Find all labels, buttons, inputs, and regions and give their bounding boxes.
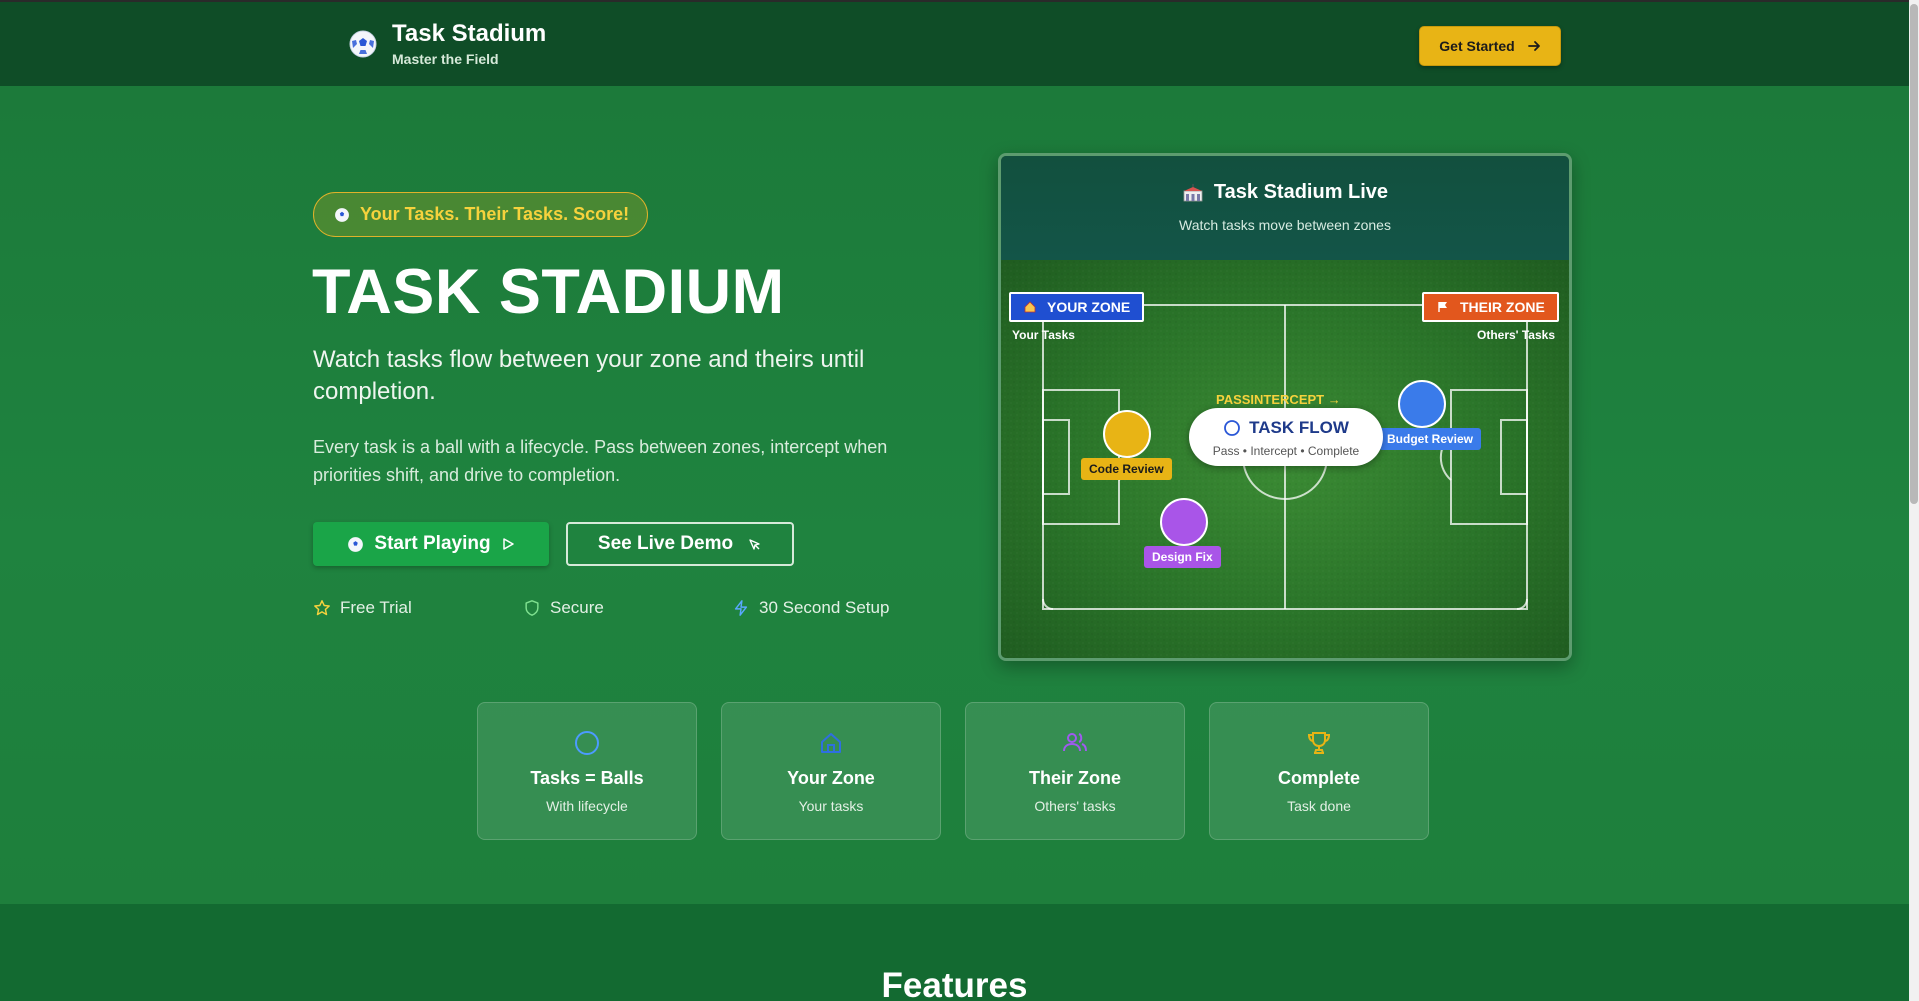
feature-subtitle: With lifecycle [546,798,628,814]
soccer-ball-icon [348,536,364,552]
users-icon [1063,733,1087,752]
task-ball-design-fix[interactable] [1158,496,1210,548]
task-badge: Budget Review [1379,428,1482,450]
flag-icon [1438,302,1447,312]
star-icon [314,600,330,616]
demo-title-text: Task Stadium Live [1213,181,1389,203]
task-ball-budget-review[interactable] [1396,378,1448,430]
task-badge: Design Fix [1144,546,1221,568]
house-icon [1024,301,1036,313]
soccer-ball-icon [349,30,377,57]
demo-panel-header: Task Stadium Live Watch tasks move betwe… [1001,156,1569,260]
hero-tagline: Your Tasks. Their Tasks. Score! [360,204,630,224]
feature-card-tasks-balls: Tasks = Balls With lifecycle [477,702,697,840]
see-live-demo-button[interactable]: See Live Demo [566,522,794,566]
others-tasks-caption: Others' Tasks [1477,328,1555,342]
feature-card-complete: Complete Task done [1209,702,1429,840]
hero-section [0,86,1909,904]
feature-card-their-zone: Their Zone Others' tasks [965,702,1185,840]
feature-subtitle: Your tasks [798,798,864,814]
home-icon [821,733,841,753]
scrollbar-thumb[interactable] [1910,4,1918,504]
feature-title: Tasks = Balls [530,768,644,788]
their-zone-tag: THEIR ZONE [1422,292,1559,322]
trust-label: 30 Second Setup [759,598,890,617]
brand[interactable]: Task Stadium Master the Field [348,20,546,67]
cursor-click-icon [749,538,760,550]
trust-label: Secure [550,598,604,617]
task-flow-subtitle: Pass • Intercept • Complete [1212,444,1360,458]
soccer-ball-icon [335,207,349,222]
stadium-icon [1183,183,1203,201]
feature-subtitle: Task done [1287,798,1351,814]
your-zone-tag: YOUR ZONE [1009,292,1145,322]
circle-icon [575,731,599,755]
get-started-button[interactable]: Get Started [1419,26,1561,66]
start-playing-button[interactable]: Start Playing [313,522,549,566]
task-badge: Code Review [1081,458,1172,480]
hero-tagline-pill: Your Tasks. Their Tasks. Score! [313,192,648,237]
their-zone-label: THEIR ZONE [1460,299,1545,315]
your-tasks-caption: Your Tasks [1012,328,1075,342]
your-zone-label: YOUR ZONE [1047,299,1131,315]
circle-icon [1224,420,1241,436]
arrow-right-icon [1527,41,1540,51]
task-flow-label: TASK FLOW [1249,418,1349,437]
pass-intercept-label: PASSINTERCEPT → [1216,392,1341,407]
demo-subtitle: Watch tasks move between zones [1179,217,1391,233]
trust-label: Free Trial [340,598,412,617]
start-playing-label: Start Playing [374,533,491,554]
shield-icon [525,600,539,616]
demo-title: Task Stadium Live [1001,181,1569,204]
hero-subtitle: Watch tasks flow between your zone and t… [313,346,865,405]
trophy-icon [1307,732,1331,754]
features-heading: Features [881,966,1028,1001]
brand-subtitle: Master the Field [392,51,499,67]
trust-item-setup: 30 Second Setup [732,598,889,618]
trust-item-free-trial: Free Trial [313,598,412,618]
hero-description: Every task is a ball with a lifecycle. P… [313,437,888,485]
feature-subtitle: Others' tasks [1034,798,1116,814]
top-navbar: Task Stadium Master the Field Get Starte… [0,0,1909,86]
live-demo-panel: Task Stadium Live Watch tasks move betwe… [998,153,1572,661]
task-flow-title: TASK FLOW [1189,418,1383,438]
brand-title: Task Stadium [392,20,547,47]
task-ball-code-review[interactable] [1101,408,1153,460]
feature-title: Their Zone [1028,768,1121,788]
task-flow-badge: TASK FLOW Pass • Intercept • Complete [1189,408,1383,466]
get-started-label: Get Started [1439,38,1515,54]
trust-item-secure: Secure [523,598,604,618]
see-live-demo-label: See Live Demo [597,533,734,554]
play-icon [502,538,514,550]
feature-card-your-zone: Your Zone Your tasks [721,702,941,840]
page-scrollbar[interactable] [1909,0,1919,1001]
lightning-icon [734,600,748,616]
feature-title: Complete [1277,768,1360,788]
feature-title: Your Zone [787,768,875,788]
features-section: Features [0,904,1909,1001]
hero-title: TASK STADIUM [312,257,785,327]
